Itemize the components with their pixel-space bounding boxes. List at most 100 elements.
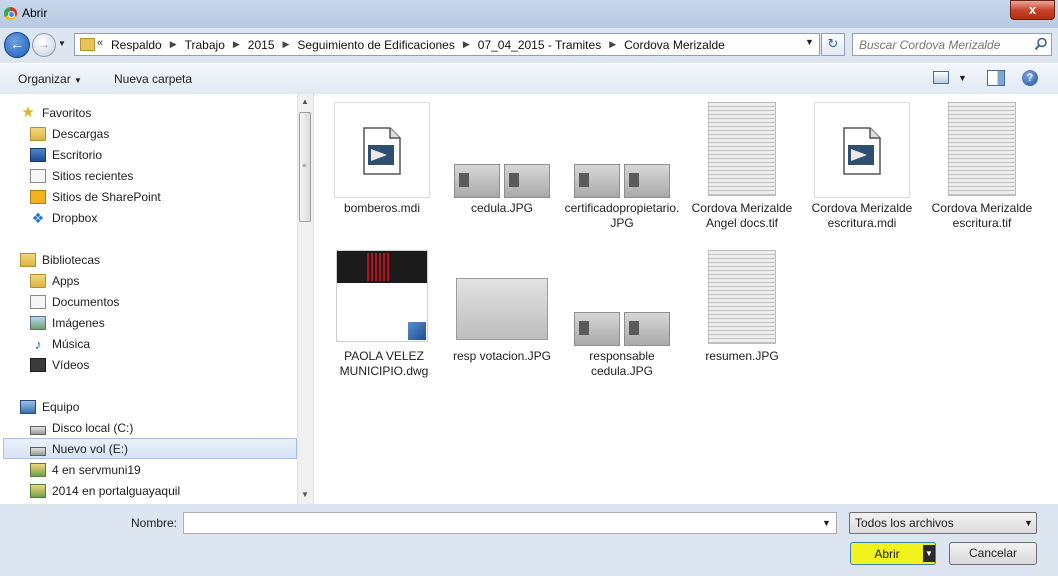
nav-label: Favoritos bbox=[42, 106, 92, 120]
music-icon: ♪ bbox=[34, 336, 42, 352]
nav-scrollbar[interactable]: ▲ ≡ ▼ bbox=[297, 94, 313, 504]
filename-combobox: ▼ bbox=[183, 512, 837, 534]
grip-icon: ≡ bbox=[302, 163, 306, 170]
nav-item-recent[interactable]: Sitios recientes bbox=[30, 166, 133, 186]
open-options-dropdown-icon[interactable]: ▼ bbox=[923, 545, 935, 562]
nav-item-dropbox[interactable]: ❖ Dropbox bbox=[30, 208, 98, 228]
nav-item-desktop[interactable]: Escritorio bbox=[30, 145, 102, 165]
new-folder-button[interactable]: Nueva carpeta bbox=[114, 72, 192, 86]
nav-item-disk-e[interactable]: Nuevo vol (E:) bbox=[30, 439, 128, 459]
nav-label: Documentos bbox=[52, 295, 120, 309]
nav-libraries[interactable]: Bibliotecas bbox=[20, 250, 100, 270]
nav-item-apps[interactable]: Apps bbox=[30, 271, 79, 291]
file-item[interactable]: certificadopropietario.JPG bbox=[563, 102, 681, 231]
scanned-document-image bbox=[708, 250, 776, 344]
nav-label: Disco local (C:) bbox=[52, 421, 134, 435]
navigation-pane: ★ Favoritos Descargas Escritorio Sitios r… bbox=[0, 94, 313, 504]
scroll-up-icon[interactable]: ▲ bbox=[301, 97, 309, 106]
nav-favorites[interactable]: ★ Favoritos bbox=[20, 103, 91, 123]
breadcrumb-separator-icon[interactable]: ▶ bbox=[275, 39, 298, 50]
nav-label: Nuevo vol (E:) bbox=[52, 442, 129, 456]
view-options-dropdown-icon[interactable]: ▼ bbox=[958, 73, 967, 83]
file-name: Cordova Merizalde escritura.mdi bbox=[811, 201, 913, 230]
breadcrumb-item[interactable]: Respaldo bbox=[111, 38, 162, 52]
file-item[interactable]: bomberos.mdi bbox=[323, 102, 441, 216]
filetype-select[interactable]: Todos los archivos ▼ bbox=[849, 512, 1037, 534]
address-dropdown-icon[interactable]: ▼ bbox=[805, 37, 814, 47]
back-button[interactable]: ← bbox=[4, 32, 30, 58]
network-drive-icon bbox=[30, 484, 46, 498]
nav-item-sharepoint[interactable]: Sitios de SharePoint bbox=[30, 187, 161, 207]
breadcrumb-separator-icon[interactable]: ▶ bbox=[162, 39, 185, 50]
organize-button[interactable]: Organizar ▼ bbox=[18, 72, 82, 86]
file-thumbnail bbox=[694, 250, 790, 346]
file-item[interactable]: Cordova Merizalde Angel docs.tif bbox=[683, 102, 801, 231]
breadcrumb-separator-icon[interactable]: ▶ bbox=[225, 39, 248, 50]
file-thumbnail bbox=[814, 102, 910, 198]
nav-label: Imágenes bbox=[52, 316, 105, 330]
scanned-document-image bbox=[948, 102, 1016, 196]
breadcrumb-item[interactable]: 2015 bbox=[248, 38, 275, 52]
breadcrumb-separator-icon[interactable]: ▶ bbox=[455, 39, 478, 50]
close-button[interactable]: x bbox=[1010, 0, 1055, 20]
history-dropdown-icon[interactable]: ▼ bbox=[58, 38, 68, 50]
cancel-button[interactable]: Cancelar bbox=[949, 542, 1037, 565]
nav-item-documents[interactable]: Documentos bbox=[30, 292, 119, 312]
command-bar: Organizar ▼ Nueva carpeta ▼ ? bbox=[0, 63, 1058, 95]
nav-item-disk-c[interactable]: Disco local (C:) bbox=[30, 418, 133, 438]
nav-computer[interactable]: Equipo bbox=[20, 397, 79, 417]
nav-item-videos[interactable]: Vídeos bbox=[30, 355, 89, 375]
nav-label: Dropbox bbox=[52, 211, 98, 225]
file-item[interactable]: cedula.JPG bbox=[443, 102, 561, 216]
refresh-button[interactable]: ↻ bbox=[821, 33, 845, 56]
breadcrumb-separator-icon[interactable]: ▶ bbox=[601, 39, 624, 50]
file-thumbnail bbox=[694, 102, 790, 198]
file-thumbnail bbox=[334, 102, 430, 198]
nav-label: Bibliotecas bbox=[42, 253, 101, 267]
documents-icon bbox=[30, 295, 46, 309]
nav-item-images[interactable]: Imágenes bbox=[30, 313, 105, 333]
file-thumbnail bbox=[454, 102, 550, 198]
file-thumbnail bbox=[574, 250, 670, 346]
star-icon: ★ bbox=[21, 104, 35, 121]
id-card-image bbox=[574, 312, 670, 346]
search-input[interactable] bbox=[859, 36, 1029, 53]
file-item[interactable]: Cordova Merizalde escritura.mdi bbox=[803, 102, 921, 231]
chevron-down-icon[interactable]: ▼ bbox=[822, 518, 831, 528]
nav-item-network-servmuni19[interactable]: 4 en servmuni19 bbox=[30, 460, 141, 480]
forward-button[interactable]: → bbox=[32, 33, 56, 57]
breadcrumb-item[interactable]: Trabajo bbox=[185, 38, 225, 52]
breadcrumb-item[interactable]: 07_04_2015 - Tramites bbox=[478, 38, 601, 52]
file-name: responsable cedula.JPG bbox=[589, 349, 655, 378]
window-title: Abrir bbox=[22, 6, 48, 20]
address-overflow-chevron[interactable]: « bbox=[97, 37, 103, 49]
preview-pane-icon[interactable] bbox=[987, 70, 1005, 86]
breadcrumb-item[interactable]: Seguimiento de Edificaciones bbox=[297, 38, 454, 52]
file-item[interactable]: PAOLA VELEZ MUNICIPIO.dwg bbox=[325, 250, 443, 379]
file-name: PAOLA VELEZ MUNICIPIO.dwg bbox=[339, 349, 429, 378]
change-view-icon[interactable] bbox=[933, 71, 949, 84]
nav-item-network-portalguayaquil[interactable]: 2014 en portalguayaquil bbox=[30, 481, 180, 501]
file-list: bomberos.mdi cedula.JPG certificadopropi… bbox=[314, 94, 1058, 504]
mdi-document-icon bbox=[843, 127, 881, 175]
filename-input[interactable] bbox=[187, 515, 807, 531]
nav-label: Equipo bbox=[42, 400, 80, 414]
file-item[interactable]: resumen.JPG bbox=[683, 250, 801, 364]
file-item[interactable]: Cordova Merizalde escritura.tif bbox=[923, 102, 1041, 231]
breadcrumb-item[interactable]: Cordova Merizalde bbox=[624, 38, 725, 52]
apps-folder-icon bbox=[30, 274, 46, 288]
file-item[interactable]: resp votacion.JPG bbox=[443, 250, 561, 364]
file-name: resp votacion.JPG bbox=[452, 349, 552, 363]
nav-item-downloads[interactable]: Descargas bbox=[30, 124, 109, 144]
nav-label: Sitios recientes bbox=[52, 169, 134, 183]
file-thumbnail bbox=[336, 250, 432, 346]
scroll-down-icon[interactable]: ▼ bbox=[301, 490, 309, 499]
filename-label: Nombre: bbox=[131, 516, 178, 530]
file-item[interactable]: responsable cedula.JPG bbox=[563, 250, 681, 379]
scrollbar-thumb[interactable]: ≡ bbox=[299, 112, 311, 222]
nav-item-music[interactable]: ♪ Música bbox=[30, 334, 91, 354]
address-bar[interactable]: « Respaldo ▶ Trabajo ▶ 2015 ▶ Seguimiento d… bbox=[74, 33, 820, 56]
open-button[interactable]: Abrir ▼ bbox=[850, 542, 936, 565]
help-icon[interactable]: ? bbox=[1022, 70, 1038, 86]
search-icon[interactable] bbox=[1034, 37, 1048, 51]
